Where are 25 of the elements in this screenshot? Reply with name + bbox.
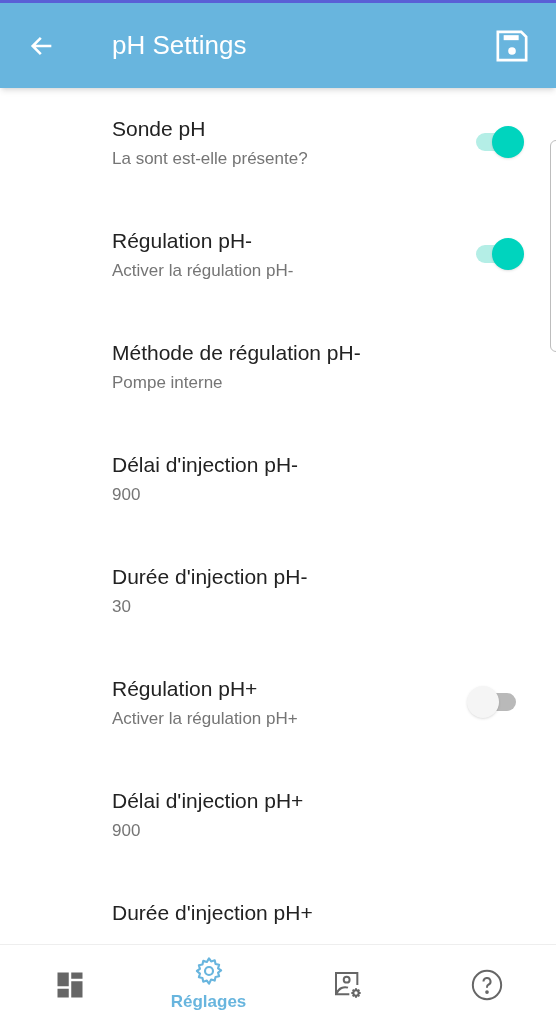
setting-title: Durée d'injection pH+ xyxy=(112,900,314,926)
setting-title: Durée d'injection pH- xyxy=(112,564,309,590)
setting-value: 900 xyxy=(112,484,142,506)
setting-value: 900 xyxy=(112,820,142,842)
settings-row[interactable]: Régulation pH- Activer la régulation pH- xyxy=(0,200,546,312)
screen-title: pH Settings xyxy=(112,29,248,62)
setting-title: Régulation pH+ xyxy=(112,676,259,702)
settings-row[interactable]: Régulation pH+ Activer la régulation pH+ xyxy=(0,648,546,760)
settings-row[interactable]: Durée d'injection pH- 30 xyxy=(0,536,546,648)
setting-value: La sont est-elle présente? xyxy=(112,148,309,170)
setting-title: Sonde pH xyxy=(112,116,207,142)
help-icon xyxy=(469,967,504,1002)
settings-row[interactable]: Durée d'injection pH+ xyxy=(0,872,546,944)
setting-title: Régulation pH- xyxy=(112,228,254,254)
setting-title: Délai d'injection pH+ xyxy=(112,788,305,814)
setting-value: Activer la régulation pH+ xyxy=(112,708,299,730)
setting-title: Méthode de régulation pH- xyxy=(112,340,362,366)
setting-value: 30 xyxy=(112,596,132,618)
settings-row[interactable]: Méthode de régulation pH- Pompe interne xyxy=(0,312,546,424)
settings-row[interactable]: Sonde pH La sont est-elle présente? xyxy=(0,88,546,200)
setting-value: Pompe interne xyxy=(112,372,224,394)
setting-value: Activer la régulation pH- xyxy=(112,260,295,282)
settings-row[interactable]: Délai d'injection pH+ 900 xyxy=(0,760,546,872)
setting-title: Délai d'injection pH- xyxy=(112,452,300,478)
settings-row[interactable]: Délai d'injection pH- 900 xyxy=(0,424,546,536)
